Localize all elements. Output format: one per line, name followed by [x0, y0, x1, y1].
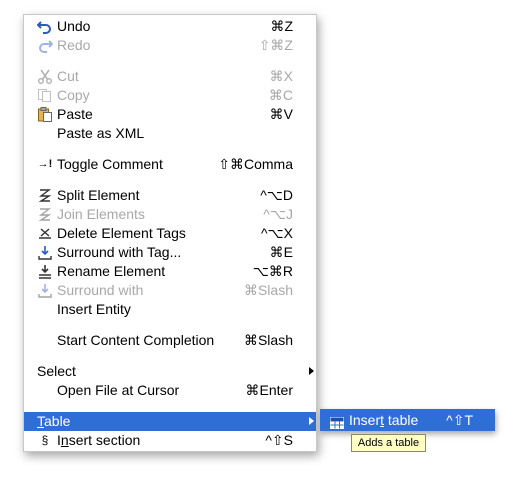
- delete-tags-icon: [37, 226, 53, 241]
- menu-item-surround-with[interactable]: Surround with ⌘Slash: [24, 281, 316, 300]
- menu-item-label: Redo: [57, 37, 91, 53]
- submenu-item-shortcut: ^⇧T: [446, 412, 473, 428]
- toggle-comment-icon: →!: [37, 158, 53, 170]
- menu-item-label: Insert Entity: [57, 301, 131, 317]
- menu-item-shortcut: ⌘Slash: [243, 332, 293, 348]
- menu-item-label: Insert section: [57, 432, 141, 448]
- menu-item-shortcut: ^⌥X: [260, 225, 293, 241]
- surround-tag-icon: [37, 245, 53, 260]
- menu-item-shortcut: ⌘Enter: [245, 382, 293, 398]
- table-submenu: Insert table ^⇧T: [320, 409, 495, 431]
- menu-item-label: Rename Element: [57, 263, 166, 279]
- section-icon: §: [41, 433, 49, 447]
- menu-item-label: Paste: [57, 106, 93, 122]
- menu-item-label: Cut: [57, 68, 79, 84]
- menu-item-shortcut: ⌘X: [269, 68, 293, 84]
- redo-icon: [37, 38, 54, 53]
- menu-item-label: Start Content Completion: [57, 332, 215, 348]
- context-menu: Undo ⌘Z Redo ⇧⌘Z Cut ⌘X Copy ⌘C Paste ⌘V…: [23, 14, 317, 452]
- menu-item-insert-entity[interactable]: Insert Entity: [24, 300, 316, 319]
- menu-item-shortcut: ⇧⌘Z: [258, 37, 293, 53]
- menu-item-open-file-at-cursor[interactable]: Open File at Cursor ⌘Enter: [24, 381, 316, 400]
- menu-item-copy[interactable]: Copy ⌘C: [24, 86, 316, 105]
- submenu-arrow-icon: [309, 417, 314, 425]
- menu-item-redo[interactable]: Redo ⇧⌘Z: [24, 36, 316, 55]
- menu-item-label: Surround with Tag...: [57, 244, 182, 260]
- paste-icon: [37, 107, 53, 122]
- menu-item-select[interactable]: Select: [24, 362, 316, 381]
- menu-item-cut[interactable]: Cut ⌘X: [24, 67, 316, 86]
- surround-with-icon: [37, 283, 53, 298]
- copy-icon: [37, 88, 53, 103]
- menu-item-shortcut: ⌥⌘R: [252, 263, 293, 279]
- menu-item-label: Join Elements: [57, 206, 145, 222]
- table-icon: [330, 413, 344, 429]
- menu-item-shortcut: ⌘E: [269, 244, 293, 260]
- menu-item-paste[interactable]: Paste ⌘V: [24, 105, 316, 124]
- menu-item-label: Undo: [57, 18, 91, 34]
- menu-item-label: Toggle Comment: [57, 156, 163, 172]
- menu-item-label: Table: [37, 413, 71, 429]
- menu-item-label: Delete Element Tags: [57, 225, 186, 241]
- menu-item-label: Split Element: [57, 187, 140, 203]
- menu-item-shortcut: ⇧⌘Comma: [218, 156, 293, 172]
- menu-item-paste-as-xml[interactable]: Paste as XML: [24, 124, 316, 143]
- menu-item-label: Surround with: [57, 282, 144, 298]
- menu-item-label: Open File at Cursor: [57, 382, 180, 398]
- menu-item-table[interactable]: Table: [24, 412, 316, 431]
- cut-icon: [37, 69, 53, 84]
- menu-item-undo[interactable]: Undo ⌘Z: [24, 17, 316, 36]
- menu-item-surround-with-tag[interactable]: Surround with Tag... ⌘E: [24, 243, 316, 262]
- menu-item-shortcut: ⌘Slash: [243, 282, 293, 298]
- menu-item-label: Select: [37, 363, 76, 379]
- menu-item-rename-element[interactable]: Rename Element ⌥⌘R: [24, 262, 316, 281]
- menu-item-shortcut: ^⇧S: [265, 432, 293, 448]
- menu-item-shortcut: ⌘Z: [270, 18, 293, 34]
- menu-item-shortcut: ⌘V: [269, 106, 293, 122]
- undo-icon: [36, 19, 53, 34]
- menu-item-shortcut: ^⌥D: [260, 187, 293, 203]
- menu-item-label: Copy: [57, 87, 90, 103]
- split-element-icon: [37, 188, 53, 203]
- menu-item-delete-element-tags[interactable]: Delete Element Tags ^⌥X: [24, 224, 316, 243]
- join-elements-icon: [37, 207, 53, 222]
- menu-item-start-content-completion[interactable]: Start Content Completion ⌘Slash: [24, 331, 316, 350]
- menu-item-insert-section[interactable]: § Insert section ^⇧S: [24, 431, 316, 450]
- submenu-item-label: Insert table: [349, 412, 419, 428]
- submenu-arrow-icon: [309, 367, 314, 375]
- menu-item-toggle-comment[interactable]: →! Toggle Comment ⇧⌘Comma: [24, 155, 316, 174]
- menu-item-join-elements[interactable]: Join Elements ^⌥J: [24, 205, 316, 224]
- menu-item-split-element[interactable]: Split Element ^⌥D: [24, 186, 316, 205]
- tooltip: Adds a table: [351, 434, 426, 452]
- menu-item-shortcut: ⌘C: [268, 87, 293, 103]
- menu-item-shortcut: ^⌥J: [263, 206, 293, 222]
- menu-item-label: Paste as XML: [57, 125, 145, 141]
- rename-element-icon: [37, 264, 53, 279]
